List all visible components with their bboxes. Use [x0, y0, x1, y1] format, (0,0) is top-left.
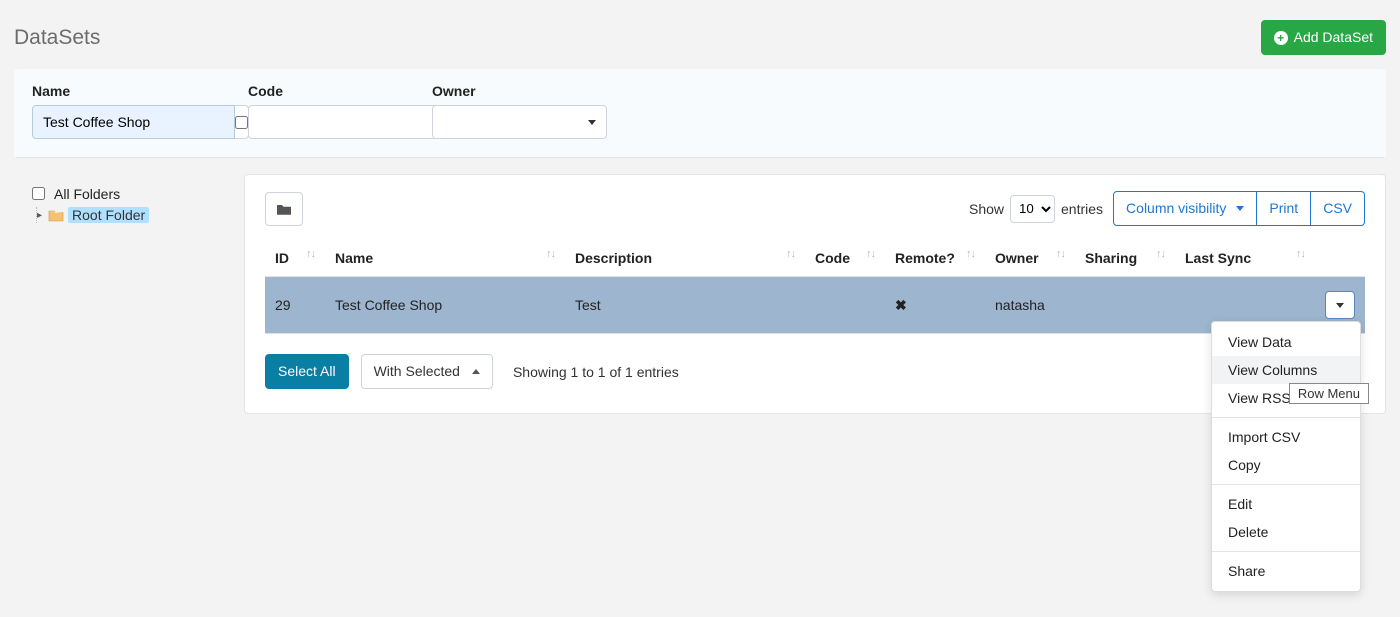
- row-menu-item[interactable]: View Data: [1212, 328, 1360, 356]
- print-button[interactable]: Print: [1257, 191, 1311, 226]
- filter-code-input[interactable]: [248, 105, 451, 139]
- sort-icon: ↑↓: [786, 250, 795, 258]
- filter-name-checkbox-wrap[interactable]: [235, 105, 249, 139]
- tree-root-label: Root Folder: [68, 207, 149, 223]
- col-id[interactable]: ID↑↓: [265, 240, 325, 277]
- chevron-down-icon: [1236, 206, 1244, 211]
- row-menu-tooltip: Row Menu: [1289, 383, 1369, 404]
- all-folders-text: All Folders: [54, 186, 120, 202]
- chevron-up-icon: [472, 369, 480, 374]
- col-lastsync[interactable]: Last Sync↑↓: [1175, 240, 1315, 277]
- col-remote[interactable]: Remote?↑↓: [885, 240, 985, 277]
- cell-remote: ✖: [885, 277, 985, 334]
- row-menu-item[interactable]: Import CSV: [1212, 423, 1360, 451]
- with-selected-button[interactable]: With Selected: [361, 354, 493, 389]
- page-size-select[interactable]: 10: [1010, 195, 1055, 223]
- cell-id: 29: [265, 277, 325, 334]
- row-menu-dropdown: View DataView ColumnsView RSSImport CSVC…: [1211, 321, 1361, 592]
- chevron-down-icon: [1336, 303, 1344, 308]
- tree-expand-icon[interactable]: ▸: [37, 210, 42, 221]
- page-title: DataSets: [14, 26, 100, 50]
- row-menu-item[interactable]: Edit: [1212, 490, 1360, 518]
- datasets-table: ID↑↓ Name↑↓ Description↑↓ Code↑↓ Remote?…: [265, 240, 1365, 334]
- sort-icon: ↑↓: [1056, 250, 1065, 258]
- chevron-down-icon: [588, 120, 596, 125]
- row-menu-item[interactable]: Delete: [1212, 518, 1360, 546]
- folder-tool-button[interactable]: [265, 192, 303, 226]
- sort-icon: ↑↓: [1296, 250, 1305, 258]
- csv-button[interactable]: CSV: [1311, 191, 1365, 226]
- row-menu-button[interactable]: [1325, 291, 1355, 319]
- plus-circle-icon: +: [1274, 31, 1288, 45]
- x-icon: ✖: [895, 297, 907, 313]
- cell-description: Test: [565, 277, 805, 334]
- filter-code-label: Code: [248, 83, 418, 99]
- filter-name-input[interactable]: [32, 105, 235, 139]
- col-description[interactable]: Description↑↓: [565, 240, 805, 277]
- col-code[interactable]: Code↑↓: [805, 240, 885, 277]
- row-menu-item[interactable]: Copy: [1212, 451, 1360, 479]
- row-menu-item[interactable]: Share: [1212, 557, 1360, 585]
- sort-icon: ↑↓: [306, 250, 315, 258]
- add-dataset-label: Add DataSet: [1294, 27, 1373, 48]
- cell-name: Test Coffee Shop: [325, 277, 565, 334]
- col-sharing[interactable]: Sharing↑↓: [1075, 240, 1175, 277]
- sort-icon: ↑↓: [866, 250, 875, 258]
- row-menu-item[interactable]: View Columns: [1212, 356, 1360, 384]
- show-label: Show: [969, 201, 1004, 217]
- all-folders-checkbox-label[interactable]: All Folders: [28, 184, 238, 203]
- sort-icon: ↑↓: [546, 250, 555, 258]
- filter-owner-select[interactable]: [432, 105, 607, 139]
- folder-icon: [48, 208, 64, 222]
- sort-icon: ↑↓: [1156, 250, 1165, 258]
- all-folders-checkbox[interactable]: [32, 187, 45, 200]
- cell-code: [805, 277, 885, 334]
- folder-icon: [276, 202, 292, 216]
- table-info: Showing 1 to 1 of 1 entries: [513, 364, 679, 380]
- tree-node-root[interactable]: ▸ Root Folder: [51, 207, 238, 223]
- cell-owner: natasha: [985, 277, 1075, 334]
- sort-icon: ↑↓: [966, 250, 975, 258]
- column-visibility-button[interactable]: Column visibility: [1113, 191, 1257, 226]
- col-owner[interactable]: Owner↑↓: [985, 240, 1075, 277]
- filter-owner-label: Owner: [432, 83, 607, 99]
- add-dataset-button[interactable]: + Add DataSet: [1261, 20, 1386, 55]
- entries-label: entries: [1061, 201, 1103, 217]
- col-name[interactable]: Name↑↓: [325, 240, 565, 277]
- table-row[interactable]: 29 Test Coffee Shop Test ✖ natasha: [265, 277, 1365, 334]
- filter-name-label: Name: [32, 83, 234, 99]
- select-all-button[interactable]: Select All: [265, 354, 349, 389]
- filter-name-checkbox[interactable]: [235, 116, 248, 129]
- cell-sharing: [1075, 277, 1175, 334]
